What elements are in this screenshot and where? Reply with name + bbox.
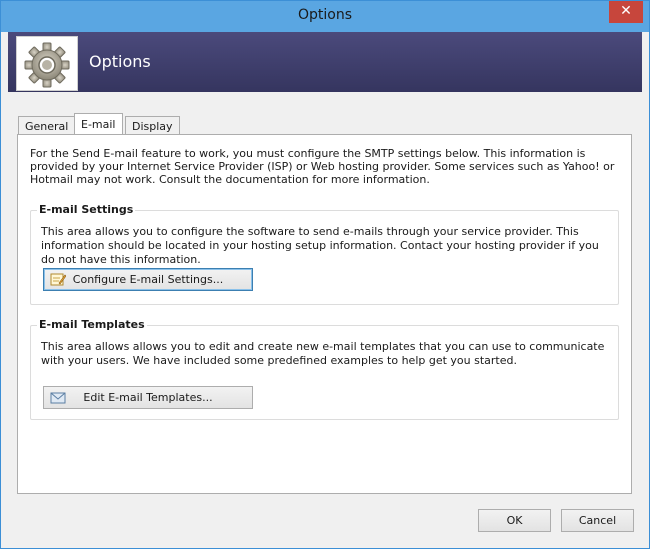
intro-text: For the Send E-mail feature to work, you… — [30, 147, 615, 186]
email-settings-group: E-mail Settings This area allows you to … — [30, 203, 619, 305]
edit-icon — [50, 273, 66, 286]
configure-email-settings-button[interactable]: Configure E-mail Settings... — [43, 268, 253, 291]
banner-icon-frame — [16, 36, 78, 91]
tab-email[interactable]: E-mail — [74, 113, 123, 136]
options-window: Options ✕ Options General E-mail Display… — [0, 0, 650, 549]
close-icon: ✕ — [620, 3, 632, 19]
gear-icon — [24, 42, 70, 88]
tab-general[interactable]: General — [18, 116, 76, 136]
email-templates-title: E-mail Templates — [37, 318, 147, 331]
banner-title: Options — [89, 52, 151, 71]
email-templates-group: E-mail Templates This area allows allows… — [30, 318, 619, 420]
edit-email-templates-label: Edit E-mail Templates... — [83, 391, 213, 404]
title-bar[interactable]: Options ✕ — [1, 1, 649, 32]
configure-email-settings-label: Configure E-mail Settings... — [72, 273, 224, 286]
header-banner: Options — [8, 32, 642, 92]
email-settings-title: E-mail Settings — [37, 203, 136, 216]
email-templates-description: This area allows allows you to edit and … — [41, 340, 605, 367]
email-tab-panel: For the Send E-mail feature to work, you… — [17, 134, 632, 494]
dialog-client: Options General E-mail Display For the S… — [8, 32, 642, 543]
close-button[interactable]: ✕ — [609, 1, 643, 23]
cancel-button[interactable]: Cancel — [561, 509, 634, 532]
tab-display[interactable]: Display — [125, 116, 180, 136]
window-title: Options — [297, 7, 353, 23]
email-settings-description: This area allows you to configure the so… — [41, 225, 599, 266]
ok-button[interactable]: OK — [478, 509, 551, 532]
edit-email-templates-button[interactable]: Edit E-mail Templates... — [43, 386, 253, 409]
envelope-icon — [50, 392, 66, 404]
